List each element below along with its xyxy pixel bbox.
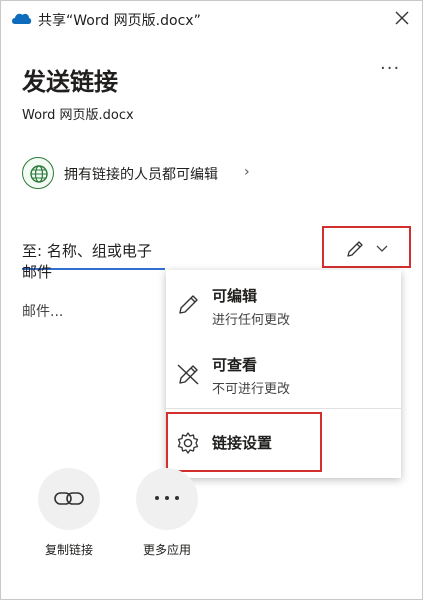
pencil-icon — [179, 295, 198, 314]
menu-item-can-view[interactable]: 可查看 不可进行更改 — [166, 340, 401, 406]
window-title: 共享“Word 网页版.docx” — [38, 13, 201, 29]
more-apps-button[interactable] — [136, 468, 198, 530]
menu-item-title: 可编辑 — [212, 287, 258, 305]
copy-link-label: 复制链接 — [44, 543, 93, 557]
more-apps-label: 更多应用 — [142, 543, 191, 557]
no-edit-icon — [177, 364, 199, 385]
title-bar: 共享“Word 网页版.docx” — [0, 0, 423, 38]
permission-dropdown-button[interactable] — [322, 226, 411, 268]
more-options-button[interactable]: ··· — [380, 58, 406, 79]
chevron-down-icon — [376, 245, 388, 252]
onedrive-cloud-icon — [12, 13, 32, 24]
recipients-input[interactable]: 至: 名称、组或电子邮件 — [22, 236, 165, 281]
globe-icon — [22, 157, 54, 189]
menu-divider — [166, 408, 401, 409]
more-icon — [155, 496, 179, 500]
message-input[interactable]: 邮件... — [22, 301, 63, 321]
menu-item-subtitle: 进行任何更改 — [212, 313, 291, 328]
page-title: 发送链接 — [22, 68, 118, 96]
highlight-box — [166, 412, 322, 472]
file-name: Word 网页版.docx — [22, 108, 134, 123]
link-permission-label: 拥有链接的人员都可编辑 — [64, 167, 218, 183]
menu-item-can-edit[interactable]: 可编辑 进行任何更改 — [166, 270, 401, 338]
link-permission-button[interactable]: 拥有链接的人员都可编辑 › — [22, 157, 282, 189]
copy-link-button[interactable] — [38, 468, 100, 530]
close-icon[interactable] — [392, 8, 412, 28]
chevron-right-icon: › — [244, 164, 250, 180]
recipients-placeholder: 至: 名称、组或电子邮件 — [22, 242, 152, 281]
link-icon — [54, 492, 84, 505]
menu-item-subtitle: 不可进行更改 — [212, 382, 291, 397]
pencil-icon — [347, 241, 363, 257]
permission-menu: 可编辑 进行任何更改 可查看 不可进行更改 链接设置 — [166, 270, 401, 478]
menu-item-title: 可查看 — [212, 356, 258, 374]
